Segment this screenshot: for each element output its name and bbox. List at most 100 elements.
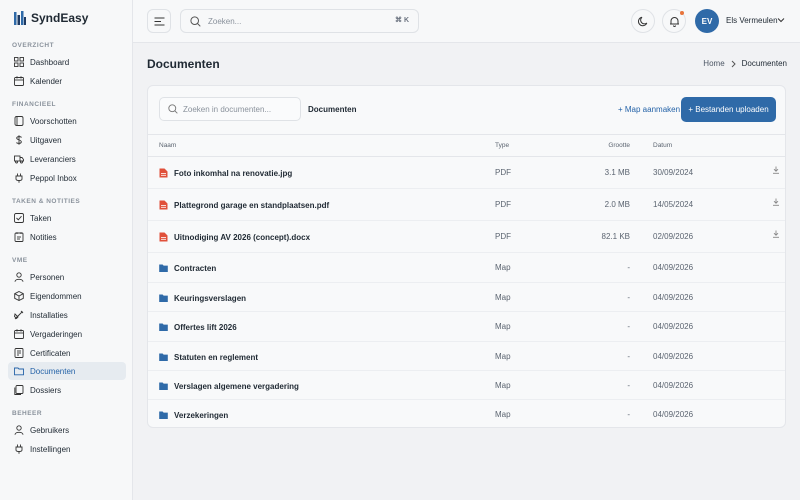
- person-icon: [14, 272, 24, 282]
- folder-icon: [159, 264, 168, 272]
- sidebar-item-instellingen[interactable]: Instellingen: [8, 440, 126, 458]
- sidebar-item-label: Installaties: [30, 310, 68, 320]
- row-name[interactable]: Keuringsverslagen: [174, 294, 246, 303]
- row-name-cell[interactable]: Offertes lift 2026: [159, 322, 237, 332]
- breadcrumb: Home Documenten: [703, 59, 787, 68]
- file-row[interactable]: Plattegrond garage en standplaatsen.pdf P…: [148, 189, 785, 221]
- sidebar-item-label: Personen: [30, 272, 65, 282]
- folder-row[interactable]: Offertes lift 2026 Map - 04/09/2026: [148, 312, 785, 342]
- checkbox-icon: [14, 213, 24, 223]
- sidebar-item-dashboard[interactable]: Dashboard: [8, 53, 126, 71]
- avatar[interactable]: EV: [695, 9, 719, 33]
- folder-row[interactable]: Verslagen algemene vergadering Map - 04/09/…: [148, 371, 785, 400]
- certificate-icon: [14, 348, 24, 358]
- download-icon[interactable]: [772, 198, 780, 206]
- sidebar-item-label: Notities: [30, 232, 57, 242]
- search-icon: [168, 104, 178, 114]
- file-icon: [159, 168, 168, 178]
- app-logo[interactable]: SyndEasy: [14, 11, 88, 25]
- column-header-size[interactable]: Grootte: [608, 142, 630, 149]
- sidebar-item-gebruikers[interactable]: Gebruikers: [8, 421, 126, 439]
- theme-toggle-button[interactable]: [631, 9, 655, 33]
- logo-icon: [14, 11, 26, 25]
- global-search-input[interactable]: Zoeken... ⌘ K: [180, 9, 419, 33]
- sidebar-item-label: Gebruikers: [30, 425, 70, 435]
- breadcrumb-home[interactable]: Home: [703, 59, 724, 68]
- column-header-date[interactable]: Datum: [653, 142, 672, 149]
- sidebar-item-taken[interactable]: Taken: [8, 209, 126, 227]
- sidebar-item-label: Voorschotten: [30, 116, 77, 126]
- documents-search-placeholder: Zoeken in documenten...: [183, 104, 272, 114]
- notifications-button[interactable]: [662, 9, 686, 33]
- row-type: Map: [495, 410, 511, 419]
- sidebar-item-peppol-inbox[interactable]: Peppol Inbox: [8, 169, 126, 187]
- sidebar-item-vergaderingen[interactable]: Vergaderingen: [8, 325, 126, 343]
- sidebar-item-eigendommen[interactable]: Eigendommen: [8, 287, 126, 305]
- row-name[interactable]: Verzekeringen: [174, 411, 228, 420]
- folder-icon: [159, 353, 168, 361]
- row-name-cell[interactable]: Contracten: [159, 263, 216, 273]
- sidebar-item-notities[interactable]: Notities: [8, 228, 126, 246]
- breadcrumb-current: Documenten: [741, 59, 787, 68]
- row-date: 04/09/2026: [653, 263, 694, 272]
- chevron-right-icon: [731, 60, 736, 67]
- row-name-cell[interactable]: Uitnodiging AV 2026 (concept).docx: [159, 232, 310, 242]
- folder-icon: [14, 367, 24, 376]
- row-name-cell[interactable]: Foto inkomhal na renovatie.jpg: [159, 168, 292, 178]
- folder-icon: [159, 294, 168, 302]
- folder-row[interactable]: Verzekeringen Map - 04/09/2026: [148, 400, 785, 429]
- file-row[interactable]: Foto inkomhal na renovatie.jpg PDF 3.1 MB 3…: [148, 157, 785, 189]
- row-name[interactable]: Contracten: [174, 264, 216, 273]
- nav-section-taken-notities: TAKEN & NOTITIES: [12, 198, 81, 205]
- folder-row[interactable]: Statuten en reglement Map - 04/09/2026: [148, 342, 785, 371]
- folder-icon: [159, 323, 168, 331]
- sidebar-item-kalender[interactable]: Kalender: [8, 72, 126, 90]
- nav-section-overzicht: OVERZICHT: [12, 42, 55, 49]
- row-name-cell[interactable]: Verslagen algemene vergadering: [159, 381, 299, 391]
- download-icon[interactable]: [772, 166, 780, 174]
- sidebar-item-leveranciers[interactable]: Leveranciers: [8, 150, 126, 168]
- sidebar-item-dossiers[interactable]: Dossiers: [8, 381, 126, 399]
- row-name[interactable]: Uitnodiging AV 2026 (concept).docx: [174, 233, 310, 242]
- folder-icon: [159, 411, 168, 419]
- nav-section-vme: VME: [12, 257, 28, 264]
- download-icon[interactable]: [772, 230, 780, 238]
- row-date: 04/09/2026: [653, 381, 694, 390]
- create-folder-button[interactable]: + Map aanmaken: [618, 105, 680, 114]
- nav-section-beheer: BEHEER: [12, 410, 43, 417]
- sidebar: SyndEasy OVERZICHT Dashboard Kalender FI…: [0, 0, 133, 500]
- sidebar-item-personen[interactable]: Personen: [8, 268, 126, 286]
- documents-search-input[interactable]: Zoeken in documenten...: [159, 97, 301, 121]
- row-name-cell[interactable]: Keuringsverslagen: [159, 293, 246, 303]
- search-shortcut: ⌘ K: [395, 17, 409, 24]
- column-header-type[interactable]: Type: [495, 142, 509, 149]
- sidebar-toggle-button[interactable]: [147, 9, 171, 33]
- sidebar-item-installaties[interactable]: Installaties: [8, 306, 126, 324]
- row-name[interactable]: Statuten en reglement: [174, 353, 258, 362]
- row-date: 02/09/2026: [653, 232, 694, 241]
- chevron-down-icon[interactable]: [777, 17, 785, 23]
- user-name[interactable]: Els Vermeulen: [726, 16, 778, 25]
- folder-row[interactable]: Keuringsverslagen Map - 04/09/2026: [148, 283, 785, 312]
- sidebar-item-uitgaven[interactable]: Uitgaven: [8, 131, 126, 149]
- current-folder-label: Documenten: [308, 105, 357, 114]
- file-row[interactable]: Uitnodiging AV 2026 (concept).docx PDF 82.…: [148, 221, 785, 253]
- row-name-cell[interactable]: Plattegrond garage en standplaatsen.pdf: [159, 200, 329, 210]
- row-name-cell[interactable]: Verzekeringen: [159, 410, 228, 420]
- row-type: Map: [495, 381, 511, 390]
- folder-row[interactable]: Contracten Map - 04/09/2026: [148, 253, 785, 283]
- row-name[interactable]: Offertes lift 2026: [174, 323, 237, 332]
- row-name[interactable]: Verslagen algemene vergadering: [174, 382, 299, 391]
- sidebar-item-documenten[interactable]: Documenten: [8, 362, 126, 380]
- sidebar-item-certificaten[interactable]: Certificaten: [8, 344, 126, 362]
- column-header-name[interactable]: Naam: [159, 142, 176, 149]
- row-name[interactable]: Plattegrond garage en standplaatsen.pdf: [174, 201, 329, 210]
- row-name-cell[interactable]: Statuten en reglement: [159, 352, 258, 362]
- row-size: 3.1 MB: [604, 168, 630, 177]
- sidebar-item-label: Eigendommen: [30, 291, 82, 301]
- row-name[interactable]: Foto inkomhal na renovatie.jpg: [174, 169, 292, 178]
- upload-files-button[interactable]: + Bestanden uploaden: [681, 97, 776, 122]
- sidebar-item-voorschotten[interactable]: Voorschotten: [8, 112, 126, 130]
- row-size: 82.1 KB: [601, 232, 630, 241]
- note-icon: [14, 232, 24, 242]
